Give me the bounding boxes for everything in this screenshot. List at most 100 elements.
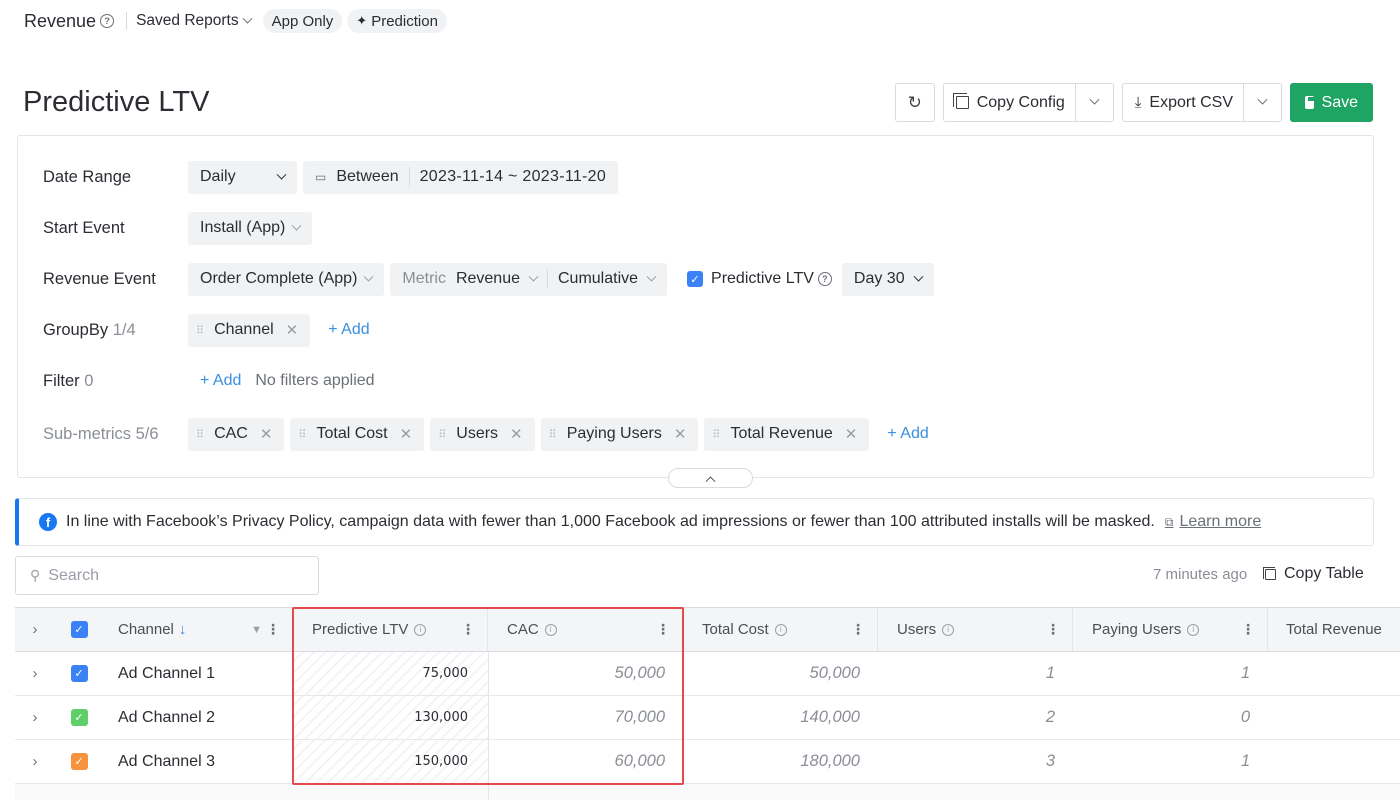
info-icon[interactable]: i [1187,623,1200,636]
drag-handle-icon[interactable]: ⠿ [438,428,446,441]
add-groupby-button[interactable]: + Add [328,321,369,339]
collapse-panel-button[interactable] [668,468,753,488]
export-csv-button[interactable]: ⤓ Export CSV [1123,84,1243,121]
column-header-total-revenue[interactable]: Total Revenue [1268,608,1400,651]
date-range-value: 2023-11-14 ~ 2023-11-20 [419,168,607,185]
metric-select[interactable]: Revenue [456,270,539,288]
drag-handle-icon[interactable]: ⠿ [196,428,204,441]
prediction-day-select[interactable]: Day 30 [841,262,934,296]
revenue-breadcrumb[interactable]: Revenue ? [24,11,115,32]
date-range-picker[interactable]: ▭ Between 2023-11-14 ~ 2023-11-20 [303,160,619,194]
column-menu-icon[interactable]: ⋮ [461,621,475,638]
remove-icon[interactable]: ✕ [845,425,858,443]
column-menu-icon[interactable]: ⋮ [266,621,280,638]
submetric-chip-label: Users [456,425,499,442]
revenue-event-select[interactable]: Order Complete (App) [188,262,385,296]
revenue-event-label: Revenue Event [43,269,156,288]
chevron-down-icon [1257,94,1268,105]
copy-config-button[interactable]: Copy Config [944,84,1075,121]
users-cell: 3 [1045,752,1055,770]
chevron-down-icon [363,271,374,282]
remove-icon[interactable]: ✕ [286,321,299,339]
remove-icon[interactable]: ✕ [260,425,273,443]
start-event-label: Start Event [43,218,125,237]
save-icon [1305,96,1315,109]
submetric-chip-total-revenue[interactable]: ⠿ Total Revenue ✕ [704,417,870,451]
filter-label: Filter 0 [43,371,94,390]
column-label: Predictive LTV [312,621,409,638]
table-row[interactable] [15,784,1400,800]
remove-icon[interactable]: ✕ [674,425,687,443]
export-csv-dropdown[interactable] [1243,84,1281,121]
cac-cell: 70,000 [614,708,665,726]
saved-reports-dropdown[interactable]: Saved Reports [136,12,253,30]
column-header-paying-users[interactable]: Paying Users i ⋮ [1073,608,1268,651]
column-menu-icon[interactable]: ⋮ [1241,621,1255,638]
users-cell: 1 [1045,664,1055,682]
column-header-cac[interactable]: CAC i ⋮ [488,608,683,651]
table-row[interactable]: › ✓ Ad Channel 2 130,000 70,000 140,000 … [15,696,1400,740]
predictive-ltv-toggle[interactable]: ✓ Predictive LTV ? [687,270,832,288]
add-submetric-button[interactable]: + Add [887,425,928,443]
submetric-chip-total-cost[interactable]: ⠿ Total Cost ✕ [290,417,425,451]
expand-row-toggle[interactable]: › [15,652,55,695]
granularity-select[interactable]: Daily [188,160,297,194]
expand-row-toggle[interactable]: › [15,740,55,783]
submetric-chip-users[interactable]: ⠿ Users ✕ [430,417,535,451]
submetric-chip-cac[interactable]: ⠿ CAC ✕ [188,417,285,451]
prediction-pill[interactable]: ✦ Prediction [347,9,447,33]
column-header-predictive-ltv[interactable]: Predictive LTV i ⋮ [293,608,488,651]
table-row[interactable]: › ✓ Ad Channel 1 75,000 50,000 50,000 1 … [15,652,1400,696]
search-field: ⚲ [15,556,319,595]
copy-config-dropdown[interactable] [1074,84,1113,121]
expand-all-toggle[interactable]: › [15,608,55,651]
add-filter-button[interactable]: + Add [200,372,241,390]
save-button[interactable]: Save [1290,83,1373,122]
app-only-pill[interactable]: App Only [262,9,343,33]
column-label: CAC [507,621,539,638]
expand-row-toggle[interactable]: › [15,696,55,739]
total-cost-cell: 50,000 [809,664,860,682]
column-header-users[interactable]: Users i ⋮ [878,608,1073,651]
column-header-total-cost[interactable]: Total Cost i ⋮ [683,608,878,651]
info-icon[interactable]: i [544,623,557,636]
start-event-select[interactable]: Install (App) [188,211,313,245]
calendar-icon: ▭ [315,170,327,184]
remove-icon[interactable]: ✕ [400,425,413,443]
drag-handle-icon[interactable]: ⠿ [196,324,204,337]
column-menu-icon[interactable]: ⋮ [1046,621,1060,638]
help-icon[interactable]: ? [817,272,832,286]
drag-handle-icon[interactable]: ⠿ [549,428,557,441]
paying-users-cell: 1 [1240,752,1250,770]
learn-more-link[interactable]: ⧉ Learn more [1165,513,1261,531]
info-icon[interactable]: i [774,623,787,636]
mode-select[interactable]: Cumulative [558,270,657,288]
select-all-checkbox[interactable]: ✓ [55,608,103,651]
drag-handle-icon[interactable]: ⠿ [712,428,720,441]
chevron-right-icon: › [32,665,38,682]
copy-table-button[interactable]: Copy Table [1263,565,1364,583]
column-header-channel[interactable]: Channel ↓ ▼ ⋮ [103,608,293,651]
drag-handle-icon[interactable]: ⠿ [298,428,306,441]
refresh-button[interactable]: ↻ [894,83,935,122]
submetric-chip-label: Total Revenue [730,425,833,442]
row-checkbox[interactable]: ✓ [55,652,103,695]
remove-icon[interactable]: ✕ [510,425,523,443]
results-table: › ✓ Channel ↓ ▼ ⋮ Predictive LTV i ⋮ CAC… [15,607,1400,800]
groupby-chip-channel[interactable]: ⠿ Channel ✕ [188,313,311,347]
info-icon[interactable]: i [942,623,955,636]
copy-config-label: Copy Config [976,93,1065,111]
sort-desc-icon[interactable]: ↓ [179,621,187,638]
column-menu-icon[interactable]: ⋮ [851,621,865,638]
row-checkbox[interactable]: ✓ [55,696,103,739]
info-icon[interactable]: i [414,623,427,636]
checkbox-checked-icon: ✓ [687,271,704,287]
submetric-chip-paying-users[interactable]: ⠿ Paying Users ✕ [540,417,699,451]
no-filters-text: No filters applied [255,372,375,389]
help-icon[interactable]: ? [100,14,115,28]
column-menu-icon[interactable]: ⋮ [656,621,670,638]
row-checkbox[interactable]: ✓ [55,740,103,783]
search-input[interactable] [48,566,299,585]
filter-icon[interactable]: ▼ [251,624,262,636]
table-row[interactable]: › ✓ Ad Channel 3 150,000 60,000 180,000 … [15,740,1400,784]
